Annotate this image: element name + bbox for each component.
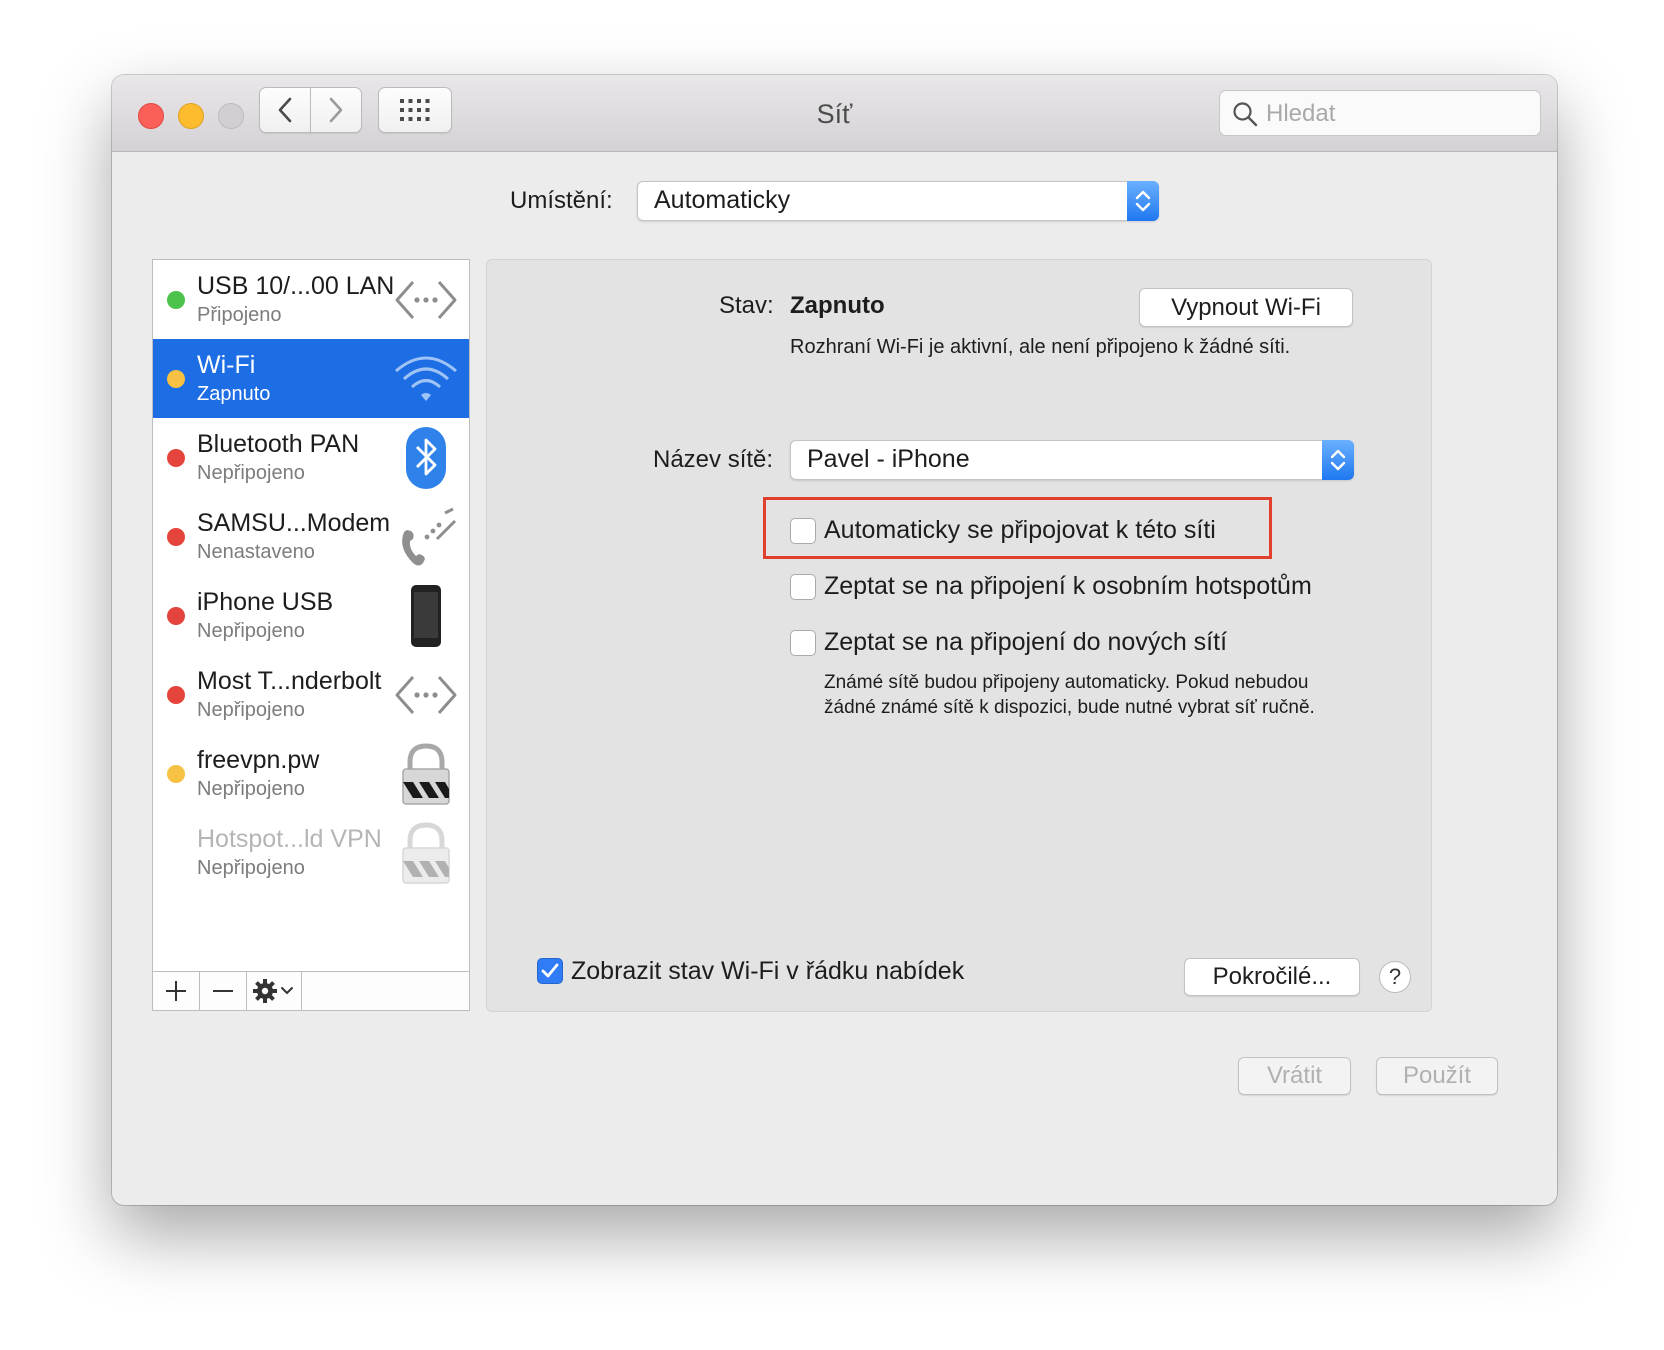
gear-icon xyxy=(253,979,293,1003)
ethernet-arrows-icon xyxy=(395,281,457,319)
remove-service-button[interactable] xyxy=(200,972,247,1010)
advanced-button[interactable]: Pokročilé... xyxy=(1184,958,1360,996)
popup-stepper-icon xyxy=(1322,440,1354,480)
apply-button[interactable]: Použít xyxy=(1376,1057,1498,1095)
plus-icon xyxy=(166,981,186,1001)
service-name: Wi-Fi xyxy=(197,351,256,379)
service-name: iPhone USB xyxy=(197,588,334,616)
show-wifi-status-checkbox[interactable] xyxy=(537,958,563,984)
search-icon xyxy=(1233,102,1258,127)
add-service-button[interactable] xyxy=(153,972,200,1010)
service-status: Nepřipojeno xyxy=(197,778,305,800)
revert-button[interactable]: Vrátit xyxy=(1238,1057,1351,1095)
vpn-lock-icon xyxy=(402,822,450,884)
turn-off-wifi-button[interactable]: Vypnout Wi-Fi xyxy=(1139,288,1353,327)
service-item-usb-lan[interactable]: USB 10/...00 LAN Připojeno xyxy=(153,260,469,339)
network-name-popup[interactable]: Pavel - iPhone xyxy=(790,440,1354,480)
location-popup[interactable]: Automaticky xyxy=(637,181,1159,221)
service-name: Most T...nderbolt xyxy=(197,667,382,695)
location-label: Umístění: xyxy=(510,187,613,214)
status-value: Zapnuto xyxy=(790,292,885,319)
status-description: Rozhraní Wi-Fi je aktivní, ale není přip… xyxy=(790,336,1291,358)
service-name: SAMSU...Modem xyxy=(197,509,391,537)
service-status: Nepřipojeno xyxy=(197,699,305,721)
status-dot xyxy=(167,686,185,704)
ask-new-networks-checkbox[interactable] xyxy=(790,630,816,656)
network-name-label: Název sítě: xyxy=(653,446,774,473)
iphone-icon xyxy=(411,585,441,647)
network-name-value: Pavel - iPhone xyxy=(807,445,970,473)
service-item-hotspot-vpn[interactable]: Hotspot...ld VPN Nepřipojeno xyxy=(153,813,469,892)
minus-icon xyxy=(213,990,233,992)
status-dot xyxy=(167,528,185,546)
search-placeholder: Hledat xyxy=(1266,100,1336,127)
service-name: Bluetooth PAN xyxy=(197,430,360,458)
ask-hotspots-checkbox[interactable] xyxy=(790,574,816,600)
service-status: Nenastaveno xyxy=(197,541,315,563)
service-status: Nepřipojeno xyxy=(197,462,305,484)
status-dot xyxy=(167,607,185,625)
search-input[interactable]: Hledat xyxy=(1219,90,1541,136)
checkmark-icon xyxy=(541,963,559,978)
service-item-bluetooth-pan[interactable]: Bluetooth PAN Nepřipojeno xyxy=(153,418,469,497)
service-list-toolbar xyxy=(153,971,469,1010)
service-status: Nepřipojeno xyxy=(197,857,305,879)
service-status: Nepřipojeno xyxy=(197,620,305,642)
service-list: USB 10/...00 LAN Připojeno Wi-Fi Zapnuto… xyxy=(152,259,470,1011)
ethernet-arrows-icon xyxy=(395,676,457,714)
show-wifi-status-label: Zobrazit stav Wi-Fi v řádku nabídek xyxy=(571,957,965,985)
status-dot xyxy=(167,370,185,388)
title-bar: Síť Hledat xyxy=(112,75,1557,152)
status-dot xyxy=(167,765,185,783)
location-value: Automaticky xyxy=(654,186,791,214)
service-name: USB 10/...00 LAN xyxy=(197,272,395,300)
hint-text-line1: Známé sítě budou připojeny automaticky. … xyxy=(824,672,1309,693)
auto-join-checkbox[interactable] xyxy=(790,518,816,544)
status-label: Stav: xyxy=(719,292,774,319)
wifi-settings-pane: Stav: Zapnuto Vypnout Wi-Fi Rozhraní Wi-… xyxy=(486,259,1432,1012)
action-menu-button[interactable] xyxy=(247,972,302,1010)
ask-new-networks-label: Zeptat se na připojení do nových sítí xyxy=(824,628,1228,656)
network-preferences-window: Síť Hledat Umístění: Automaticky USB 10/… xyxy=(112,75,1557,1205)
service-item-freevpn[interactable]: freevpn.pw Nepřipojeno xyxy=(153,734,469,813)
service-item-wifi[interactable]: Wi-Fi Zapnuto xyxy=(153,339,469,418)
popup-stepper-icon xyxy=(1127,181,1159,221)
service-status: Připojeno xyxy=(197,304,282,326)
status-dot xyxy=(167,291,185,309)
help-button[interactable]: ? xyxy=(1379,961,1411,993)
service-name: Hotspot...ld VPN xyxy=(197,825,382,853)
service-status: Zapnuto xyxy=(197,383,271,405)
ask-hotspots-label: Zeptat se na připojení k osobním hotspot… xyxy=(824,572,1312,600)
service-name: freevpn.pw xyxy=(197,746,320,774)
vpn-lock-icon xyxy=(402,743,450,805)
status-dot xyxy=(167,449,185,467)
service-item-samsung-modem[interactable]: SAMSU...Modem Nenastaveno xyxy=(153,497,469,576)
service-item-iphone-usb[interactable]: iPhone USB Nepřipojeno xyxy=(153,576,469,655)
auto-join-label: Automaticky se připojovat k této síti xyxy=(824,516,1216,544)
bluetooth-icon xyxy=(406,427,446,489)
phone-modem-icon xyxy=(402,507,457,566)
service-item-thunderbolt-bridge[interactable]: Most T...nderbolt Nepřipojeno xyxy=(153,655,469,734)
hint-text-line2: žádné známé sítě k dispozici, bude nutné… xyxy=(824,697,1315,718)
wifi-icon xyxy=(395,356,457,401)
